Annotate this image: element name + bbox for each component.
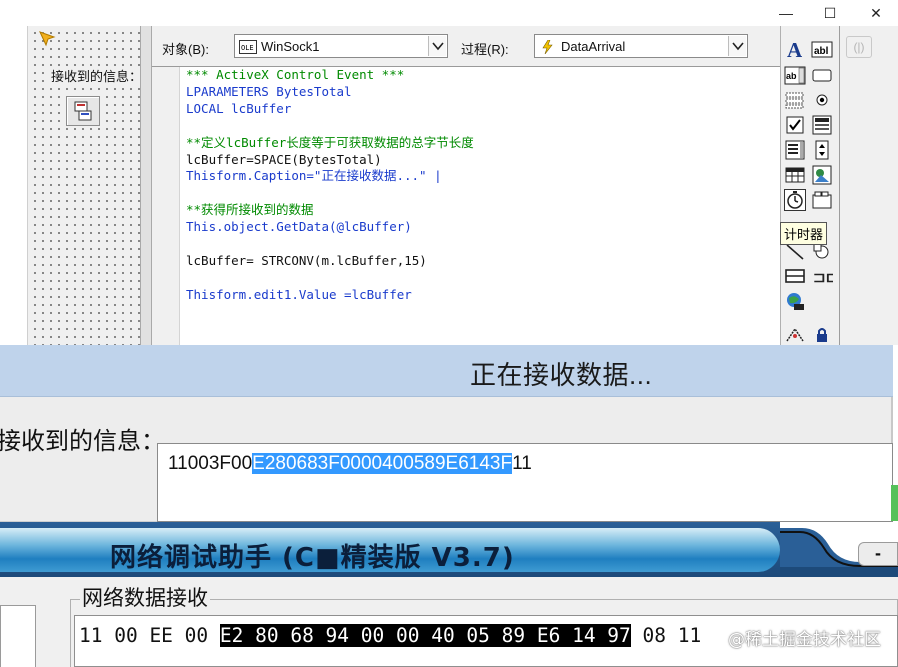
- toolbox-divider: [839, 26, 840, 345]
- textbox-icon[interactable]: abl: [811, 38, 833, 60]
- procedure-label: 过程(R):: [461, 42, 509, 57]
- close-button[interactable]: ✕: [866, 3, 886, 23]
- code-line: LPARAMETERS BytesTotal: [186, 83, 352, 99]
- pageframe-icon[interactable]: [811, 189, 833, 211]
- list-icon[interactable]: [784, 139, 806, 161]
- form-controls-toolbox: A abl ab ⊐⊏: [780, 26, 898, 345]
- combobox-icon[interactable]: [811, 114, 833, 136]
- form-designer-canvas[interactable]: 接收到的信息：: [28, 26, 144, 345]
- assistant-titlebar[interactable]: 网络调试助手 (C■精装版 V3.7) -: [0, 522, 898, 577]
- edit1-selection: E280683F0000400589E6143F: [252, 453, 513, 474]
- object-label: 对象(B):: [162, 42, 209, 57]
- edit1-prefix: 11003F00: [168, 453, 253, 474]
- builder-icon[interactable]: [784, 324, 806, 345]
- chevron-down-icon[interactable]: [728, 36, 746, 56]
- code-line: ​: [186, 185, 474, 202]
- container-icon[interactable]: [784, 265, 806, 287]
- assistant-title-tab: 网络调试助手 (C■精装版 V3.7): [0, 528, 780, 573]
- receive-hex-text[interactable]: 11 00 EE 00 E2 80 68 94 00 00 40 05 89 E…: [79, 624, 701, 647]
- adjacent-window-edge: [891, 485, 898, 521]
- hex-prefix: 11 00 EE 00: [79, 624, 220, 647]
- edit1-value[interactable]: 11003F00E280683F0000400589E6143F11: [168, 453, 532, 475]
- code-line: lcBuffer= STRCONV(m.lcBuffer,15): [186, 252, 427, 268]
- running-form-pane: 正在接收数据... 接收到的信息： 11003F00E280683F000040…: [0, 345, 898, 522]
- code-window: 对象(B): OLE WinSock1 过程(R): DataArrival *…: [152, 26, 780, 345]
- code-text[interactable]: *** ActiveX Control Event *** LPARAMETERS…: [186, 67, 474, 304]
- procedure-combobox[interactable]: DataArrival: [534, 34, 748, 58]
- left-panel-edge: [0, 26, 28, 345]
- optiongroup-icon[interactable]: [811, 89, 833, 111]
- code-line: ​: [186, 118, 474, 135]
- timer-icon[interactable]: [784, 189, 806, 211]
- minimize-button[interactable]: —: [776, 3, 796, 23]
- timer-tooltip: 计时器: [780, 222, 828, 245]
- chevron-down-icon[interactable]: [428, 36, 446, 56]
- svg-text:A: A: [787, 38, 803, 60]
- svg-text:ab: ab: [786, 71, 797, 81]
- form-titlebar[interactable]: 正在接收数据...: [0, 345, 893, 397]
- object-value: WinSock1: [261, 39, 320, 54]
- code-line: Thisform.edit1.Value =lcBuffer: [186, 286, 412, 302]
- assistant-body: 网络数据接收 11 00 EE 00 E2 80 68 94 00 00 40 …: [0, 577, 898, 667]
- commandbutton-icon[interactable]: [811, 64, 833, 86]
- procedure-value: DataArrival: [561, 39, 626, 54]
- spinner-icon[interactable]: [811, 139, 833, 161]
- svg-text:⊐⊏: ⊐⊏: [813, 269, 833, 286]
- winsock-icon: [74, 101, 92, 121]
- form-designer-label[interactable]: 接收到的信息：: [50, 66, 144, 85]
- grid-icon[interactable]: [784, 164, 806, 186]
- code-line: lcBuffer=SPACE(BytesTotal): [186, 151, 382, 167]
- form-caption: 正在接收数据...: [470, 360, 653, 390]
- code-gutter: [152, 67, 180, 345]
- listbox-icon[interactable]: [784, 89, 806, 111]
- assistant-settings-panel: [0, 605, 36, 667]
- lock-icon[interactable]: [811, 324, 833, 345]
- hyperlink-icon[interactable]: [784, 290, 806, 312]
- receive-group-label: 网络数据接收: [80, 582, 210, 612]
- editbox-icon[interactable]: ab: [784, 64, 806, 86]
- disabled-toolbar-button: (|): [846, 36, 872, 58]
- code-editor[interactable]: *** ActiveX Control Event *** LPARAMETERS…: [152, 66, 780, 345]
- juejin-watermark: @稀土掘金技术社区: [728, 630, 881, 650]
- checkbox-icon[interactable]: [784, 114, 806, 136]
- assistant-minimize-button[interactable]: -: [858, 542, 898, 566]
- network-assistant-pane: 网络调试助手 (C■精装版 V3.7) - 网络数据接收 11 00 EE 00…: [0, 522, 898, 667]
- svg-text:OLE: OLE: [241, 44, 254, 52]
- code-line: This.object.GetData(@lcBuffer): [186, 219, 412, 235]
- foxpro-editor-pane: — ☐ ✕ 接收到的信息： 对象(B): OLE WinSock1 过程(R):…: [0, 0, 898, 345]
- svg-text:abl: abl: [814, 46, 829, 57]
- code-header: 对象(B): OLE WinSock1 过程(R): DataArrival: [152, 26, 780, 66]
- code-line: Thisform.Caption="正在接收数据..." |: [186, 168, 442, 184]
- lightning-icon: [539, 39, 557, 55]
- label-icon[interactable]: A: [784, 38, 806, 60]
- separator-icon[interactable]: ⊐⊏: [811, 265, 833, 287]
- image-icon[interactable]: [811, 164, 833, 186]
- code-line: **获得所接收到的数据: [186, 202, 314, 218]
- window-controls: — ☐ ✕: [768, 0, 898, 26]
- designer-splitter[interactable]: [140, 26, 152, 345]
- code-line: **定义lcBuffer长度等于可获取数据的总字节长度: [186, 134, 474, 150]
- form-window: 正在接收数据... 接收到的信息： 11003F00E280683F000040…: [0, 345, 893, 522]
- hex-selection: E2 80 68 94 00 00 40 05 89 E6 14 97: [219, 624, 631, 647]
- edit1-suffix: 11: [512, 453, 532, 474]
- code-line: *** ActiveX Control Event ***: [186, 67, 405, 82]
- winsock-control[interactable]: [66, 96, 100, 126]
- code-line: LOCAL lcBuffer: [186, 100, 292, 116]
- assistant-title: 网络调试助手 (C■精装版 V3.7): [110, 543, 515, 573]
- maximize-button[interactable]: ☐: [820, 3, 840, 23]
- hex-suffix: 08 11: [630, 624, 702, 647]
- received-info-label: 接收到的信息：: [0, 428, 165, 455]
- code-line: ​: [186, 236, 474, 253]
- pointer-icon: [38, 30, 56, 48]
- activex-icon: OLE: [239, 39, 257, 54]
- edit1-editbox[interactable]: 11003F00E280683F0000400589E6143F11: [157, 443, 893, 522]
- code-line: ​: [186, 270, 474, 287]
- object-combobox[interactable]: OLE WinSock1: [234, 34, 448, 58]
